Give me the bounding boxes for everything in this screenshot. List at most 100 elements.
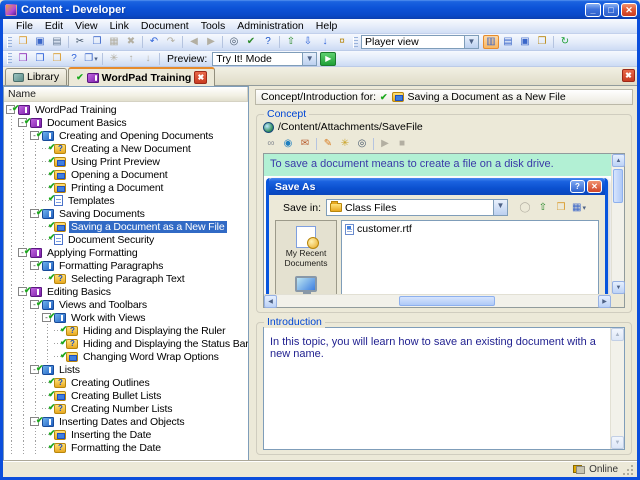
tab-wordpad-training[interactable]: ✔ WordPad Training ✖ bbox=[68, 67, 216, 86]
tree-item[interactable]: - ✔ Editing Basics bbox=[4, 285, 248, 298]
tree-item[interactable]: - ✔ Work with Views bbox=[4, 311, 248, 324]
package-button[interactable]: ✉ bbox=[297, 137, 313, 151]
tree-item[interactable]: - ✔ Inserting Dates and Objects bbox=[4, 415, 248, 428]
player-view-combobox[interactable]: Player view ▼ bbox=[361, 35, 479, 49]
tree-item[interactable]: ✔ Using Print Preview bbox=[4, 155, 248, 168]
open-button[interactable]: ❒ bbox=[15, 35, 31, 49]
menu-file[interactable]: File bbox=[11, 20, 38, 32]
check-in-button[interactable]: ⇩ bbox=[300, 35, 316, 49]
help-button[interactable]: ? bbox=[570, 180, 585, 193]
get-latest-button[interactable]: ↓ bbox=[317, 35, 333, 49]
cut-button[interactable]: ✂ bbox=[72, 35, 88, 49]
tree-item[interactable]: ✔ Hiding and Displaying the Ruler bbox=[4, 324, 248, 337]
tree-item[interactable]: ✔ Hiding and Displaying the Status Bar bbox=[4, 337, 248, 350]
dialog-views-button[interactable]: ▦ ▾ bbox=[571, 201, 587, 215]
view-pages-button[interactable]: ▣ bbox=[517, 35, 533, 49]
scrollbar-thumb[interactable] bbox=[613, 169, 623, 203]
pane-close-button[interactable]: ✖ bbox=[622, 69, 635, 82]
introduction-text[interactable]: In this topic, you will learn how to sav… bbox=[264, 328, 610, 449]
menu-link[interactable]: Link bbox=[105, 20, 134, 32]
tree-item[interactable]: - ✔ Views and Toolbars bbox=[4, 298, 248, 311]
introduction-vertical-scrollbar[interactable]: ▲ ▼ bbox=[610, 328, 624, 449]
view-outline-button[interactable]: ▥ bbox=[483, 35, 499, 49]
menu-view[interactable]: View bbox=[70, 20, 103, 32]
view-split-button[interactable]: ▤ bbox=[500, 35, 516, 49]
preview-vertical-scrollbar[interactable]: ▲ ▼ bbox=[611, 154, 625, 294]
preview-mode-combobox[interactable]: Try It! Mode ▼ bbox=[212, 51, 318, 66]
chevron-down-icon[interactable]: ▼ bbox=[302, 52, 317, 65]
check-out-button[interactable]: ⇧ bbox=[283, 35, 299, 49]
scroll-left-icon[interactable]: ◀ bbox=[264, 295, 277, 308]
minimize-button[interactable]: _ bbox=[585, 2, 601, 17]
tree-item[interactable]: ✔ Creating a New Document bbox=[4, 142, 248, 155]
menu-tools[interactable]: Tools bbox=[196, 20, 231, 32]
maximize-button[interactable]: □ bbox=[603, 2, 619, 17]
scroll-down-icon[interactable]: ▼ bbox=[611, 436, 624, 449]
spell-check-button[interactable]: ✔ bbox=[243, 35, 259, 49]
tree-item[interactable]: ✔ Selecting Paragraph Text bbox=[4, 272, 248, 285]
scroll-down-icon[interactable]: ▼ bbox=[612, 281, 625, 294]
edit-button[interactable]: ✎ bbox=[320, 137, 336, 151]
permissions-button[interactable]: ¤ bbox=[334, 35, 350, 49]
tree-column-header[interactable]: Name bbox=[4, 87, 248, 102]
tree-item[interactable]: - ✔ WordPad Training bbox=[4, 103, 248, 116]
toolbar-grip[interactable] bbox=[7, 53, 12, 64]
tree-item[interactable]: ✔ Creating Bullet Lists bbox=[4, 389, 248, 402]
tree-item[interactable]: - ✔ Formatting Paragraphs bbox=[4, 259, 248, 272]
scroll-up-icon[interactable]: ▲ bbox=[611, 328, 624, 341]
attachment-path[interactable]: /Content/Attachments/SaveFile bbox=[278, 121, 423, 133]
scroll-right-icon[interactable]: ▶ bbox=[598, 295, 611, 308]
menu-help[interactable]: Help bbox=[311, 20, 343, 32]
refresh-button[interactable]: ↻ bbox=[557, 35, 573, 49]
save-in-combobox[interactable]: Class Files ▼ bbox=[326, 199, 508, 216]
toolbar-grip[interactable] bbox=[353, 36, 358, 48]
tree-item[interactable]: ✔ Inserting the Date bbox=[4, 428, 248, 441]
tree-item[interactable]: ✔ Opening a Document bbox=[4, 168, 248, 181]
preview-button[interactable]: ◎ bbox=[354, 137, 370, 151]
new-section-button[interactable]: ❒ bbox=[32, 52, 48, 66]
tree-item[interactable]: ✔ Creating Outlines bbox=[4, 376, 248, 389]
launch-preview-button[interactable]: ▶ bbox=[320, 51, 337, 66]
tree-item[interactable]: - ✔ Saving Documents bbox=[4, 207, 248, 220]
new-topic-button[interactable]: ❒ bbox=[49, 52, 65, 66]
toolbar-grip[interactable] bbox=[7, 36, 12, 48]
resize-grip[interactable] bbox=[622, 463, 634, 476]
scrollbar-thumb[interactable] bbox=[398, 296, 496, 306]
undo-button[interactable]: ↶ bbox=[146, 35, 162, 49]
tree-item[interactable]: - ✔ Document Basics bbox=[4, 116, 248, 129]
view-properties-button[interactable]: ❐ bbox=[534, 35, 550, 49]
new-item-dropdown-button[interactable]: ❐ ▾ bbox=[83, 52, 99, 66]
close-button[interactable]: ✕ bbox=[621, 2, 637, 17]
introduction-editor[interactable]: In this topic, you will learn how to sav… bbox=[263, 327, 625, 450]
tree-item[interactable]: - ✔ Lists bbox=[4, 363, 248, 376]
dialog-up-level-button[interactable]: ⇧ bbox=[535, 201, 551, 215]
tree-item[interactable]: ✔ Changing Word Wrap Options bbox=[4, 350, 248, 363]
tab-library[interactable]: Library bbox=[5, 68, 68, 85]
menu-edit[interactable]: Edit bbox=[40, 20, 68, 32]
scrollbar-track[interactable] bbox=[611, 341, 624, 436]
new-question-button[interactable]: ? bbox=[66, 52, 82, 66]
close-icon[interactable]: ✕ bbox=[587, 180, 602, 193]
tree-item[interactable]: ✔ Saving a Document as a New File bbox=[4, 220, 248, 233]
tab-close-icon[interactable]: ✖ bbox=[194, 71, 208, 84]
tree-item[interactable]: - ✔ Applying Formatting bbox=[4, 246, 248, 259]
menu-document[interactable]: Document bbox=[136, 20, 194, 32]
settings-button[interactable]: ✳ bbox=[337, 137, 353, 151]
chevron-down-icon[interactable]: ▼ bbox=[464, 36, 478, 48]
file-item[interactable]: customer.rtf bbox=[345, 223, 595, 235]
new-module-button[interactable]: ❒ bbox=[15, 52, 31, 66]
browse-button[interactable]: ◉ bbox=[280, 137, 296, 151]
scrollbar-track[interactable] bbox=[612, 167, 624, 281]
scrollbar-track[interactable] bbox=[277, 295, 598, 307]
tree-item[interactable]: ✔ Formatting the Date bbox=[4, 441, 248, 454]
preview-horizontal-scrollbar[interactable]: ◀ ▶ bbox=[264, 294, 611, 308]
chevron-down-icon[interactable]: ▼ bbox=[493, 200, 507, 215]
tree-item[interactable]: ✔ Document Security bbox=[4, 232, 248, 246]
place-my-recent-documents[interactable]: My Recent Documents bbox=[276, 226, 336, 269]
print-button[interactable]: ▤ bbox=[49, 35, 65, 49]
save-button[interactable]: ▣ bbox=[32, 35, 48, 49]
tree-item[interactable]: - ✔ Creating and Opening Documents bbox=[4, 129, 248, 142]
scroll-up-icon[interactable]: ▲ bbox=[612, 154, 625, 167]
copy-button[interactable]: ❐ bbox=[89, 35, 105, 49]
tree-item[interactable]: ✔ Templates bbox=[4, 193, 248, 207]
